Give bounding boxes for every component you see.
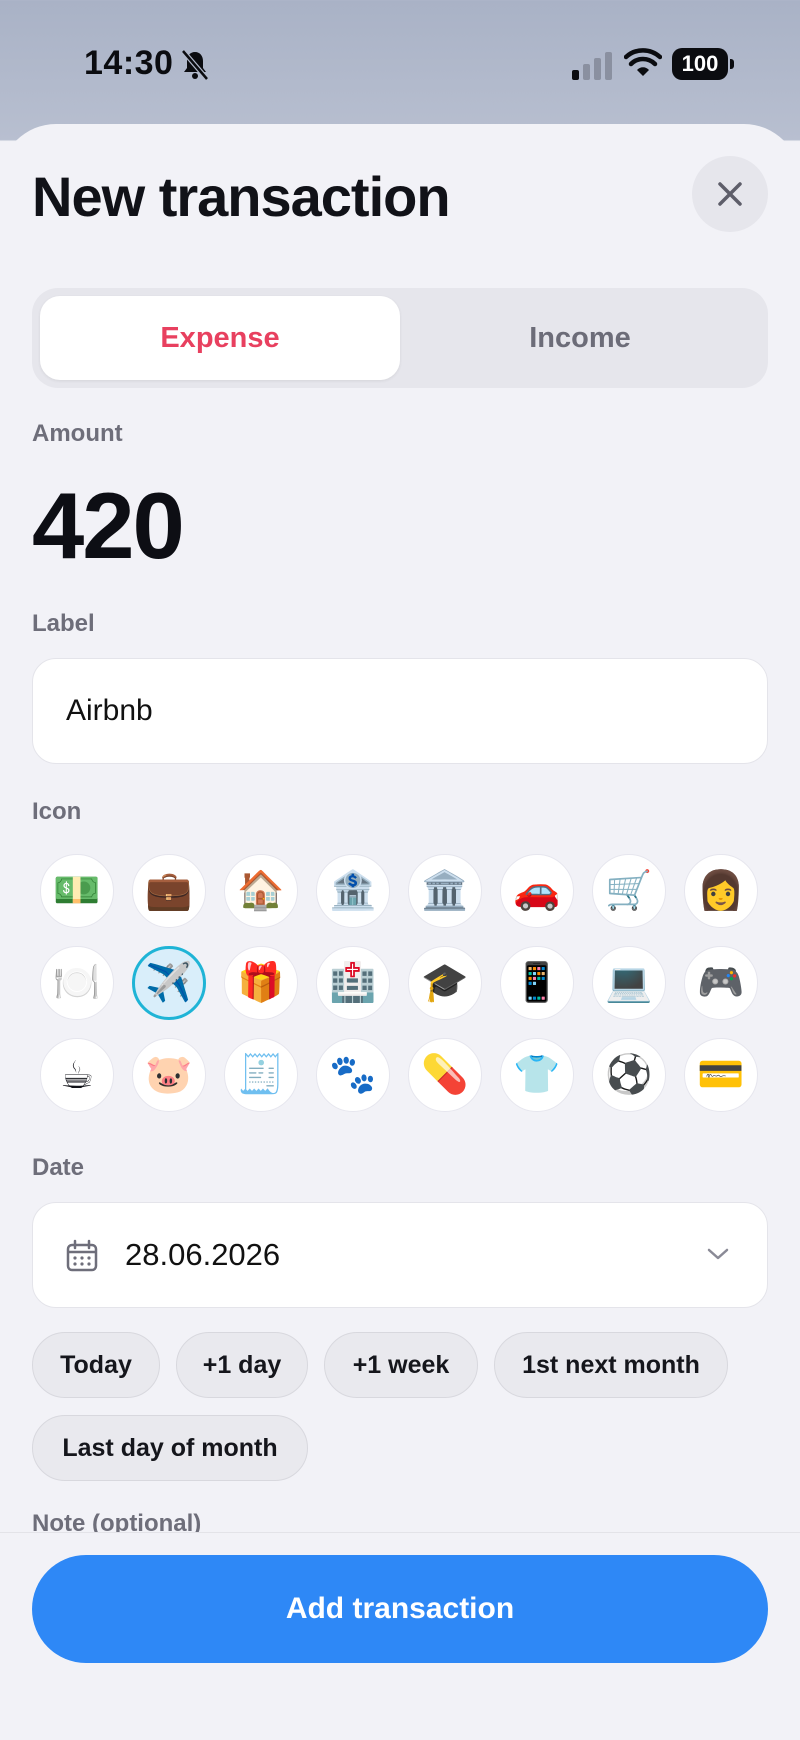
icon-option[interactable]: 💻 xyxy=(592,946,666,1020)
amount-label: Amount xyxy=(32,420,123,447)
emoji-icon: 💵 xyxy=(53,870,101,912)
bell-slash-icon xyxy=(181,49,209,81)
label-input-value: Airbnb xyxy=(66,694,153,727)
emoji-icon: 🍽️ xyxy=(53,962,101,1004)
icon-option[interactable]: 🐷 xyxy=(132,1038,206,1112)
date-picker[interactable]: 28.06.2026 xyxy=(32,1202,768,1308)
close-button[interactable] xyxy=(692,156,768,232)
emoji-icon: 💼 xyxy=(145,870,193,912)
emoji-icon: 🧾 xyxy=(237,1054,285,1096)
emoji-icon: 💳 xyxy=(697,1054,745,1096)
icon-option[interactable]: 🎓 xyxy=(408,946,482,1020)
emoji-icon: 🐷 xyxy=(145,1054,193,1096)
cellular-signal-icon xyxy=(572,52,612,80)
label-field-label: Label xyxy=(32,610,95,637)
icon-option[interactable]: 💼 xyxy=(132,854,206,928)
plus-one-day-chip[interactable]: +1 day xyxy=(176,1332,308,1398)
emoji-icon: 🚗 xyxy=(513,870,561,912)
icon-option[interactable]: 🐾 xyxy=(316,1038,390,1112)
icon-option[interactable]: 💳 xyxy=(684,1038,758,1112)
icon-option[interactable]: ☕ xyxy=(40,1038,114,1112)
sheet-title: New transaction xyxy=(32,165,451,228)
icon-option[interactable]: 🎁 xyxy=(224,946,298,1020)
today-chip[interactable]: Today xyxy=(32,1332,160,1398)
icon-option[interactable]: ✈️ xyxy=(132,946,206,1020)
date-value: 28.06.2026 xyxy=(125,1237,281,1272)
expense-tab[interactable]: Expense xyxy=(40,296,400,380)
icon-option[interactable]: 👩 xyxy=(684,854,758,928)
add-transaction-button[interactable]: Add transaction xyxy=(32,1555,768,1663)
emoji-icon: 👩 xyxy=(697,870,745,912)
emoji-icon: ✈️ xyxy=(145,962,193,1004)
date-label: Date xyxy=(32,1154,85,1181)
last-day-of-month-chip[interactable]: Last day of month xyxy=(32,1415,308,1481)
icon-option[interactable]: 🏦 xyxy=(316,854,390,928)
icon-option[interactable]: ⚽ xyxy=(592,1038,666,1112)
emoji-icon: 🏠 xyxy=(237,870,285,912)
income-tab[interactable]: Income xyxy=(400,296,760,380)
transaction-type-segmented-control: Expense Income xyxy=(32,288,768,388)
emoji-icon: 📱 xyxy=(513,962,561,1004)
icon-option[interactable]: 🏛️ xyxy=(408,854,482,928)
emoji-icon: 🏥 xyxy=(329,962,377,1004)
icon-option[interactable]: 🎮 xyxy=(684,946,758,1020)
icon-option[interactable]: 📱 xyxy=(500,946,574,1020)
status-bar: 14:30 100 xyxy=(0,0,800,120)
calendar-icon xyxy=(66,1239,98,1272)
emoji-icon: ⚽ xyxy=(605,1054,653,1096)
emoji-icon: 🎁 xyxy=(237,962,285,1004)
new-transaction-sheet: New transaction Expense Income Amount 42… xyxy=(0,124,800,1740)
emoji-icon: 🐾 xyxy=(329,1054,377,1096)
icon-option[interactable]: 🛒 xyxy=(592,854,666,928)
battery-indicator: 100 xyxy=(672,48,734,80)
label-input[interactable]: Airbnb xyxy=(32,658,768,764)
emoji-icon: 🏛️ xyxy=(421,870,469,912)
emoji-icon: 💻 xyxy=(605,962,653,1004)
icon-option[interactable]: 👕 xyxy=(500,1038,574,1112)
emoji-icon: ☕ xyxy=(59,1054,95,1097)
icon-label: Icon xyxy=(32,798,82,825)
icon-option[interactable]: 🚗 xyxy=(500,854,574,928)
chevron-down-icon xyxy=(707,1248,729,1260)
emoji-icon: 🛒 xyxy=(605,870,653,912)
status-time: 14:30 xyxy=(84,44,174,82)
close-icon xyxy=(718,182,742,206)
icon-option[interactable]: 💵 xyxy=(40,854,114,928)
icon-option[interactable]: 💊 xyxy=(408,1038,482,1112)
icon-option[interactable]: 🏠 xyxy=(224,854,298,928)
emoji-icon: 💊 xyxy=(421,1054,469,1096)
icon-option[interactable]: 🏥 xyxy=(316,946,390,1020)
emoji-icon: 🎓 xyxy=(421,962,469,1004)
first-next-month-chip[interactable]: 1st next month xyxy=(494,1332,728,1398)
plus-one-week-chip[interactable]: +1 week xyxy=(324,1332,478,1398)
icon-option[interactable]: 🍽️ xyxy=(40,946,114,1020)
emoji-icon: 🏦 xyxy=(329,870,377,912)
amount-input[interactable]: 420 xyxy=(32,472,185,580)
icon-option[interactable]: 🧾 xyxy=(224,1038,298,1112)
emoji-icon: 👕 xyxy=(513,1054,561,1096)
bottom-action-bar: Add transaction xyxy=(0,1532,800,1740)
emoji-icon: 🎮 xyxy=(697,962,745,1004)
wifi-icon xyxy=(624,48,662,76)
